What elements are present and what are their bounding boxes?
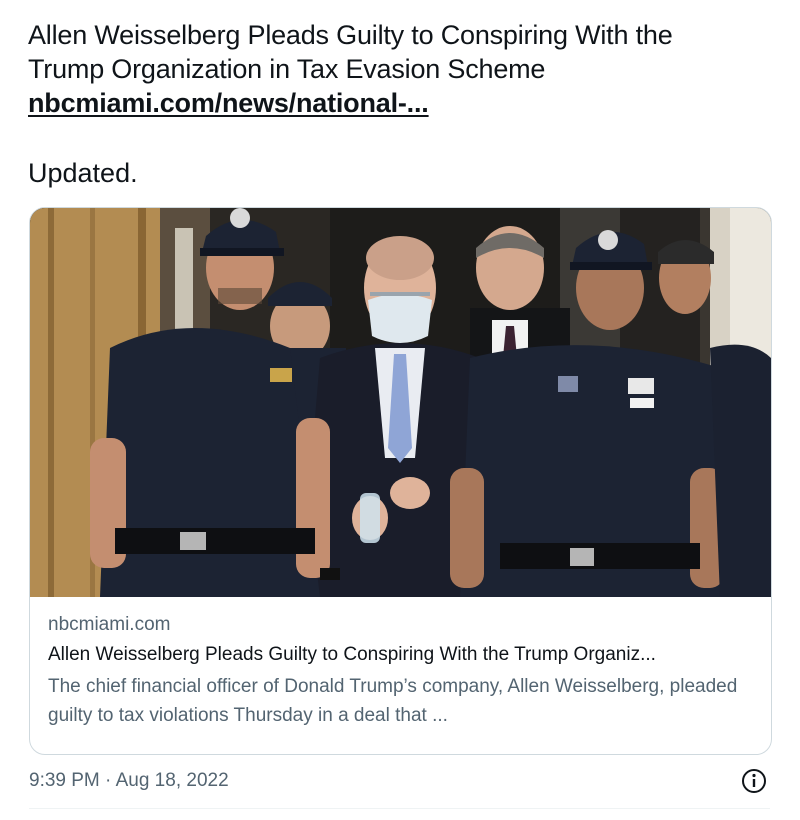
tweet-text: Allen Weisselberg Pleads Guilty to Consp…: [28, 18, 768, 120]
tweet-text-line: Trump Organization in Tax Evasion Scheme: [28, 54, 546, 84]
divider: [29, 808, 770, 809]
info-icon[interactable]: [740, 767, 768, 795]
article-photo: [30, 208, 771, 597]
card-meta: nbcmiami.com Allen Weisselberg Pleads Gu…: [48, 612, 758, 730]
link-preview-card[interactable]: nbcmiami.com Allen Weisselberg Pleads Gu…: [29, 207, 772, 755]
updated-text: Updated.: [28, 158, 138, 188]
article-link[interactable]: nbcmiami.com/news/national-...: [28, 86, 768, 120]
card-title: Allen Weisselberg Pleads Guilty to Consp…: [48, 644, 656, 665]
card-domain: nbcmiami.com: [48, 614, 171, 635]
card-description: The chief financial officer of Donald Tr…: [48, 676, 738, 726]
tweet-timestamp[interactable]: 9:39 PM · Aug 18, 2022: [29, 768, 229, 794]
tweet: Allen Weisselberg Pleads Guilty to Consp…: [0, 0, 800, 820]
tweet-text-line: Allen Weisselberg Pleads Guilty to Consp…: [28, 20, 673, 50]
